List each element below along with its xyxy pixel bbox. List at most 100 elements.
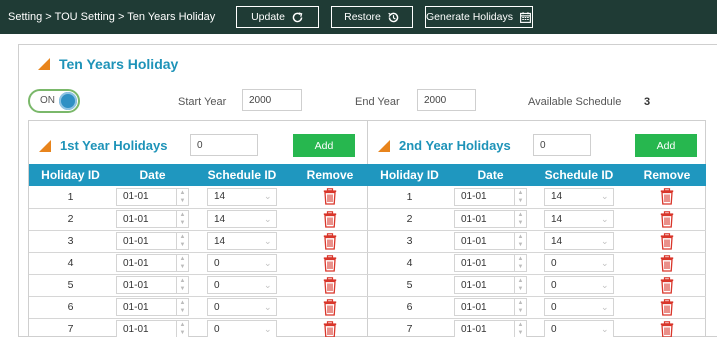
breadcrumb: Setting > TOU Setting > Ten Years Holida… [8, 11, 216, 23]
stepper-icon[interactable]: ▲ ▼ [514, 299, 526, 315]
date-input[interactable]: 01-01 ▲ ▼ [454, 298, 527, 316]
trash-icon[interactable] [323, 298, 337, 316]
schedule-id-cell: 14 ⌄ [530, 208, 628, 231]
date-input[interactable]: 01-01 ▲ ▼ [454, 254, 527, 272]
schedule-value: 14 [551, 235, 563, 247]
stepper-icon[interactable]: ▲ ▼ [176, 233, 188, 249]
stepper-icon[interactable]: ▲ ▼ [514, 255, 526, 271]
trash-icon[interactable] [660, 276, 674, 294]
stepper-icon[interactable]: ▲ ▼ [176, 188, 188, 205]
restore-label: Restore [344, 11, 381, 23]
trash-icon[interactable] [660, 298, 674, 316]
update-button[interactable]: Update [236, 6, 319, 28]
chevron-down-icon: ⌄ [264, 323, 272, 334]
start-year-input[interactable] [242, 89, 302, 111]
schedule-select[interactable]: 14 ⌄ [207, 232, 277, 250]
year-2-count-input[interactable] [533, 134, 591, 156]
date-input[interactable]: 01-01 ▲ ▼ [454, 232, 527, 250]
stepper-icon[interactable]: ▲ ▼ [176, 299, 188, 315]
trash-icon[interactable] [323, 320, 337, 337]
schedule-select[interactable]: 14 ⌄ [544, 187, 614, 206]
date-input[interactable]: 01-01 ▲ ▼ [116, 254, 189, 272]
date-input[interactable]: 01-01 ▲ ▼ [454, 320, 527, 337]
date-input[interactable]: 01-01 ▲ ▼ [454, 210, 527, 228]
section-marker-icon [378, 139, 390, 152]
holiday-id-cell: 2 [368, 208, 451, 231]
date-input[interactable]: 01-01 ▲ ▼ [116, 320, 189, 337]
schedule-select[interactable]: 14 ⌄ [207, 210, 277, 228]
stepper-icon[interactable]: ▲ ▼ [514, 188, 526, 205]
trash-icon[interactable] [323, 254, 337, 272]
table-row: 5 01-01 ▲ ▼ 0 ⌄ [29, 274, 369, 297]
table-row: 3 01-01 ▲ ▼ 14 ⌄ [368, 230, 706, 253]
schedule-select[interactable]: 0 ⌄ [207, 298, 277, 316]
trash-icon[interactable] [323, 210, 337, 228]
schedule-id-cell: 0 ⌄ [193, 274, 291, 297]
column-header: Holiday ID [29, 164, 112, 186]
schedule-select[interactable]: 14 ⌄ [544, 210, 614, 228]
refresh-icon [292, 11, 303, 22]
date-input[interactable]: 01-01 ▲ ▼ [116, 276, 189, 294]
remove-cell [291, 252, 369, 275]
restore-button[interactable]: Restore [331, 6, 413, 28]
year-1-count-input[interactable] [190, 134, 258, 156]
schedule-select[interactable]: 0 ⌄ [544, 254, 614, 272]
stepper-icon[interactable]: ▲ ▼ [176, 211, 188, 227]
table-row: 1 01-01 ▲ ▼ 14 ⌄ [29, 186, 369, 209]
schedule-select[interactable]: 0 ⌄ [544, 320, 614, 337]
date-input[interactable]: 01-01 ▲ ▼ [116, 232, 189, 250]
date-value: 01-01 [461, 191, 487, 203]
chevron-down-icon: ⌄ [601, 279, 609, 290]
toggle-knob [59, 92, 77, 110]
date-value: 01-01 [123, 301, 149, 313]
section-title: Ten Years Holiday [59, 56, 179, 72]
date-input[interactable]: 01-01 ▲ ▼ [116, 187, 189, 206]
generate-holidays-button[interactable]: Generate Holidays [425, 6, 533, 28]
date-cell: 01-01 ▲ ▼ [112, 274, 193, 297]
end-year-input[interactable] [417, 89, 476, 111]
stepper-icon[interactable]: ▲ ▼ [176, 277, 188, 293]
remove-cell [291, 318, 369, 337]
schedule-select[interactable]: 0 ⌄ [207, 276, 277, 294]
chevron-down-icon: ⌄ [264, 301, 272, 312]
schedule-value: 0 [214, 323, 220, 335]
column-header: Holiday ID [368, 164, 451, 186]
trash-icon[interactable] [660, 254, 674, 272]
schedule-select[interactable]: 0 ⌄ [207, 320, 277, 337]
table-row: 3 01-01 ▲ ▼ 14 ⌄ [29, 230, 369, 253]
stepper-icon[interactable]: ▲ ▼ [514, 277, 526, 293]
holiday-id-cell: 4 [29, 252, 112, 275]
stepper-icon[interactable]: ▲ ▼ [176, 255, 188, 271]
year-1-title: 1st Year Holidays [60, 138, 168, 153]
trash-icon[interactable] [323, 276, 337, 294]
trash-icon[interactable] [660, 320, 674, 337]
trash-icon[interactable] [660, 210, 674, 228]
generate-label: Generate Holidays [426, 11, 513, 23]
trash-icon[interactable] [323, 188, 337, 205]
year-2-add-button[interactable]: Add [635, 134, 697, 157]
enable-toggle[interactable]: ON [28, 89, 80, 113]
trash-icon[interactable] [660, 232, 674, 250]
trash-icon[interactable] [323, 232, 337, 250]
schedule-select[interactable]: 0 ⌄ [544, 298, 614, 316]
stepper-icon[interactable]: ▲ ▼ [514, 211, 526, 227]
remove-cell [291, 208, 369, 231]
date-input[interactable]: 01-01 ▲ ▼ [116, 210, 189, 228]
stepper-icon[interactable]: ▲ ▼ [514, 321, 526, 337]
date-value: 01-01 [461, 213, 487, 225]
schedule-select[interactable]: 0 ⌄ [207, 254, 277, 272]
schedule-select[interactable]: 14 ⌄ [544, 232, 614, 250]
trash-icon[interactable] [660, 188, 674, 205]
year-1-add-button[interactable]: Add [293, 134, 355, 157]
schedule-select[interactable]: 14 ⌄ [207, 187, 277, 206]
schedule-id-cell: 0 ⌄ [193, 318, 291, 337]
date-input[interactable]: 01-01 ▲ ▼ [454, 276, 527, 294]
update-label: Update [251, 11, 285, 23]
chevron-down-icon: ⌄ [264, 257, 272, 268]
schedule-select[interactable]: 0 ⌄ [544, 276, 614, 294]
stepper-icon[interactable]: ▲ ▼ [176, 321, 188, 337]
date-input[interactable]: 01-01 ▲ ▼ [116, 298, 189, 316]
remove-cell [291, 296, 369, 319]
stepper-icon[interactable]: ▲ ▼ [514, 233, 526, 249]
date-input[interactable]: 01-01 ▲ ▼ [454, 187, 527, 206]
